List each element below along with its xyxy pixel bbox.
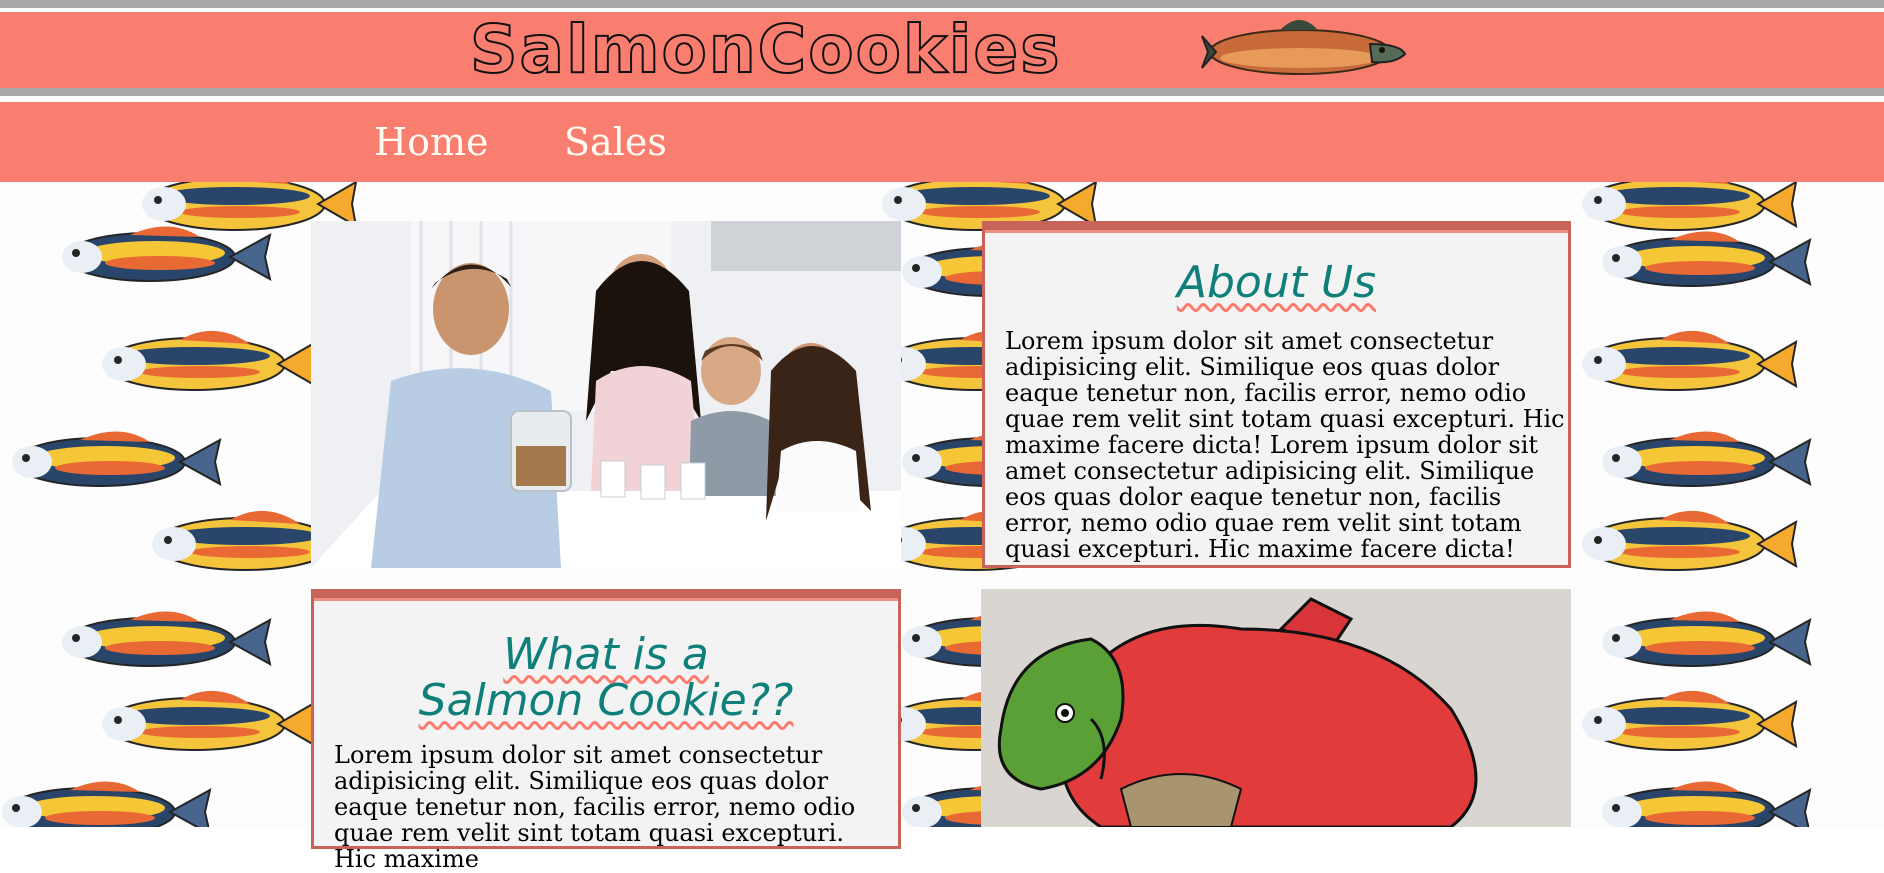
about-us-heading: About Us bbox=[1176, 257, 1377, 308]
fish-wallpaper bbox=[0, 182, 1884, 827]
card-accent-line bbox=[314, 598, 898, 601]
main-nav: Home Sales bbox=[0, 102, 1884, 182]
what-is-card: What is a Salmon Cookie?? Lorem ipsum do… bbox=[311, 589, 901, 872]
what-is-heading: What is a Salmon Cookie?? bbox=[418, 629, 794, 726]
header-bottom-border bbox=[0, 88, 1884, 96]
nav-link-home[interactable]: Home bbox=[374, 120, 489, 164]
family-photo bbox=[311, 221, 901, 568]
header-top-border bbox=[0, 0, 1884, 8]
card-accent-line bbox=[985, 230, 1568, 233]
site-logo-text[interactable]: SalmonCookies bbox=[469, 11, 1061, 89]
what-is-text: Lorem ipsum dolor sit amet consectetur a… bbox=[334, 741, 856, 873]
about-us-card: About Us Lorem ipsum dolor sit amet cons… bbox=[982, 221, 1571, 568]
salmon-logo-icon bbox=[1200, 14, 1410, 88]
about-us-text: Lorem ipsum dolor sit amet consectetur a… bbox=[1005, 327, 1565, 563]
salmon-cookie-photo bbox=[981, 589, 1571, 827]
nav-link-sales[interactable]: Sales bbox=[564, 120, 667, 164]
